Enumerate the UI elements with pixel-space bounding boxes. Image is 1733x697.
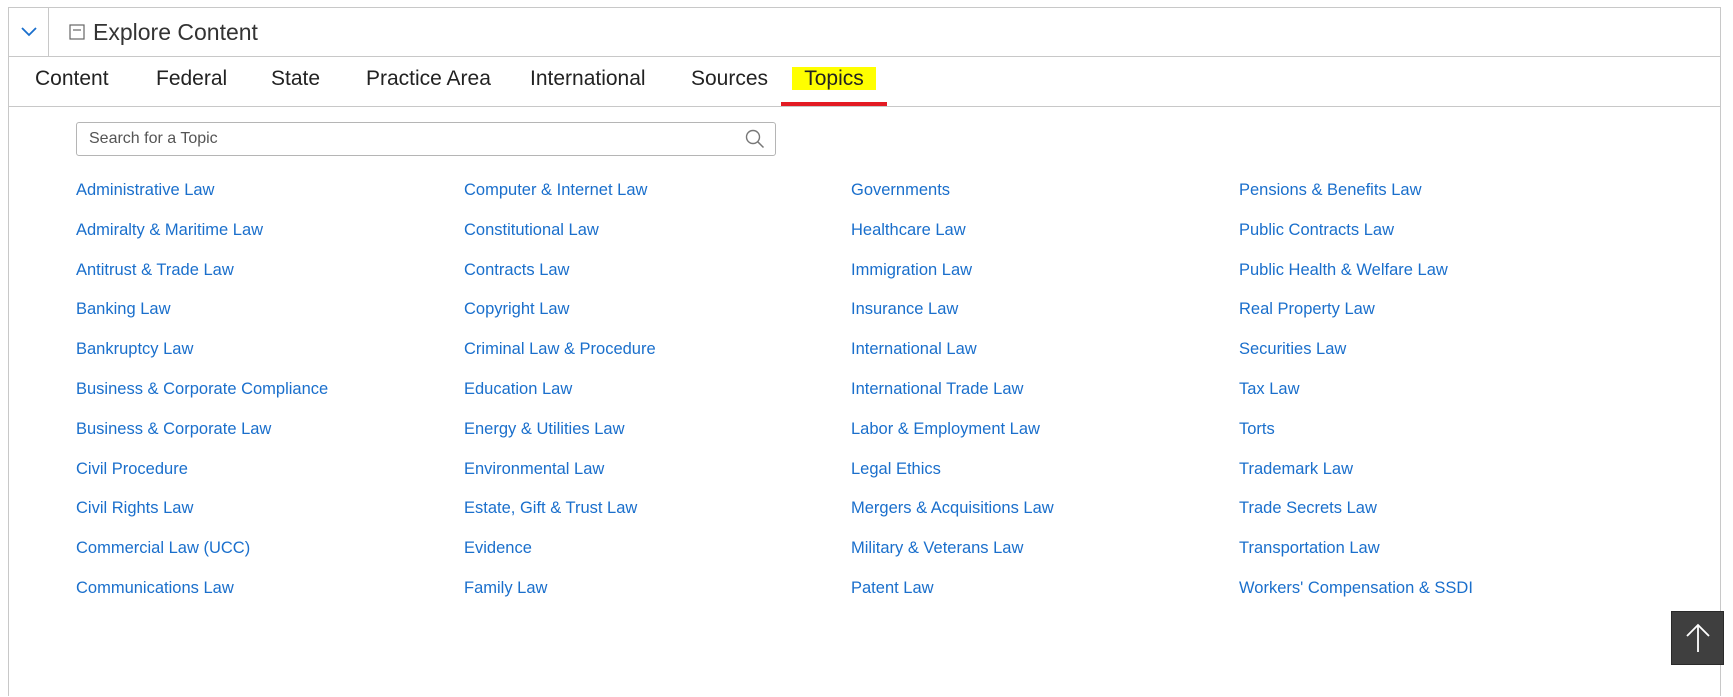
topic-link[interactable]: Torts	[1239, 419, 1275, 439]
topic-link[interactable]: Transportation Law	[1239, 538, 1380, 558]
tab-topics[interactable]: Topics	[781, 57, 887, 106]
topic-link[interactable]: Public Health & Welfare Law	[1239, 260, 1448, 280]
topic-link[interactable]: Public Contracts Law	[1239, 220, 1394, 240]
topic-link[interactable]: Communications Law	[76, 578, 234, 598]
topic-link[interactable]: Energy & Utilities Law	[464, 419, 624, 439]
panel-title: Explore Content	[93, 19, 258, 45]
tab-international[interactable]: International	[530, 57, 646, 106]
back-to-top-button[interactable]	[1671, 611, 1724, 665]
tab-federal[interactable]: Federal	[156, 57, 227, 106]
topic-link[interactable]: International Trade Law	[851, 379, 1023, 399]
tab-state[interactable]: State	[271, 57, 320, 106]
topic-link[interactable]: Business & Corporate Compliance	[76, 379, 328, 399]
topic-link[interactable]: Civil Procedure	[76, 459, 188, 479]
topic-link[interactable]: Civil Rights Law	[76, 498, 193, 518]
topic-link[interactable]: Commercial Law (UCC)	[76, 538, 250, 558]
topic-link[interactable]: Insurance Law	[851, 299, 958, 319]
topic-link[interactable]: Antitrust & Trade Law	[76, 260, 234, 280]
topic-link[interactable]: Workers' Compensation & SSDI	[1239, 578, 1473, 598]
topic-link[interactable]: Securities Law	[1239, 339, 1346, 359]
collapse-box-icon	[69, 24, 85, 40]
topic-link[interactable]: Copyright Law	[464, 299, 569, 319]
topic-link[interactable]: Criminal Law & Procedure	[464, 339, 656, 359]
topic-link[interactable]: Evidence	[464, 538, 532, 558]
topic-link[interactable]: International Law	[851, 339, 977, 359]
topic-link[interactable]: Real Property Law	[1239, 299, 1375, 319]
topic-link[interactable]: Constitutional Law	[464, 220, 599, 240]
topic-link[interactable]: Business & Corporate Law	[76, 419, 271, 439]
topic-link[interactable]: Immigration Law	[851, 260, 972, 280]
tab-bar: Content Federal State Practice Area Inte…	[9, 57, 1720, 107]
topic-link[interactable]: Environmental Law	[464, 459, 604, 479]
topic-link[interactable]: Tax Law	[1239, 379, 1300, 399]
topic-link[interactable]: Education Law	[464, 379, 572, 399]
topic-link[interactable]: Family Law	[464, 578, 547, 598]
topic-link[interactable]: Trade Secrets Law	[1239, 498, 1377, 518]
topic-link[interactable]: Mergers & Acquisitions Law	[851, 498, 1054, 518]
topic-link[interactable]: Bankruptcy Law	[76, 339, 193, 359]
topic-link[interactable]: Governments	[851, 180, 950, 200]
topic-link[interactable]: Pensions & Benefits Law	[1239, 180, 1422, 200]
topic-link[interactable]: Contracts Law	[464, 260, 569, 280]
topic-link[interactable]: Patent Law	[851, 578, 934, 598]
arrow-up-icon	[1685, 623, 1710, 652]
topic-search-box	[76, 122, 776, 156]
tab-content[interactable]: Content	[35, 57, 109, 106]
topic-link[interactable]: Legal Ethics	[851, 459, 941, 479]
tab-sources[interactable]: Sources	[691, 57, 768, 106]
panel-header: Explore Content	[9, 8, 1720, 57]
topic-link[interactable]: Healthcare Law	[851, 220, 966, 240]
topic-link[interactable]: Admiralty & Maritime Law	[76, 220, 263, 240]
collapse-toggle-button[interactable]	[9, 8, 49, 56]
search-icon[interactable]	[745, 129, 765, 149]
topic-link[interactable]: Estate, Gift & Trust Law	[464, 498, 637, 518]
topic-search-input[interactable]	[77, 123, 727, 155]
topic-link[interactable]: Banking Law	[76, 299, 170, 319]
topic-link[interactable]: Computer & Internet Law	[464, 180, 647, 200]
topic-link[interactable]: Trademark Law	[1239, 459, 1353, 479]
topic-link[interactable]: Administrative Law	[76, 180, 214, 200]
chevron-down-icon	[20, 27, 37, 37]
tab-practice-area[interactable]: Practice Area	[366, 57, 491, 106]
topic-link[interactable]: Military & Veterans Law	[851, 538, 1023, 558]
topic-link[interactable]: Labor & Employment Law	[851, 419, 1040, 439]
